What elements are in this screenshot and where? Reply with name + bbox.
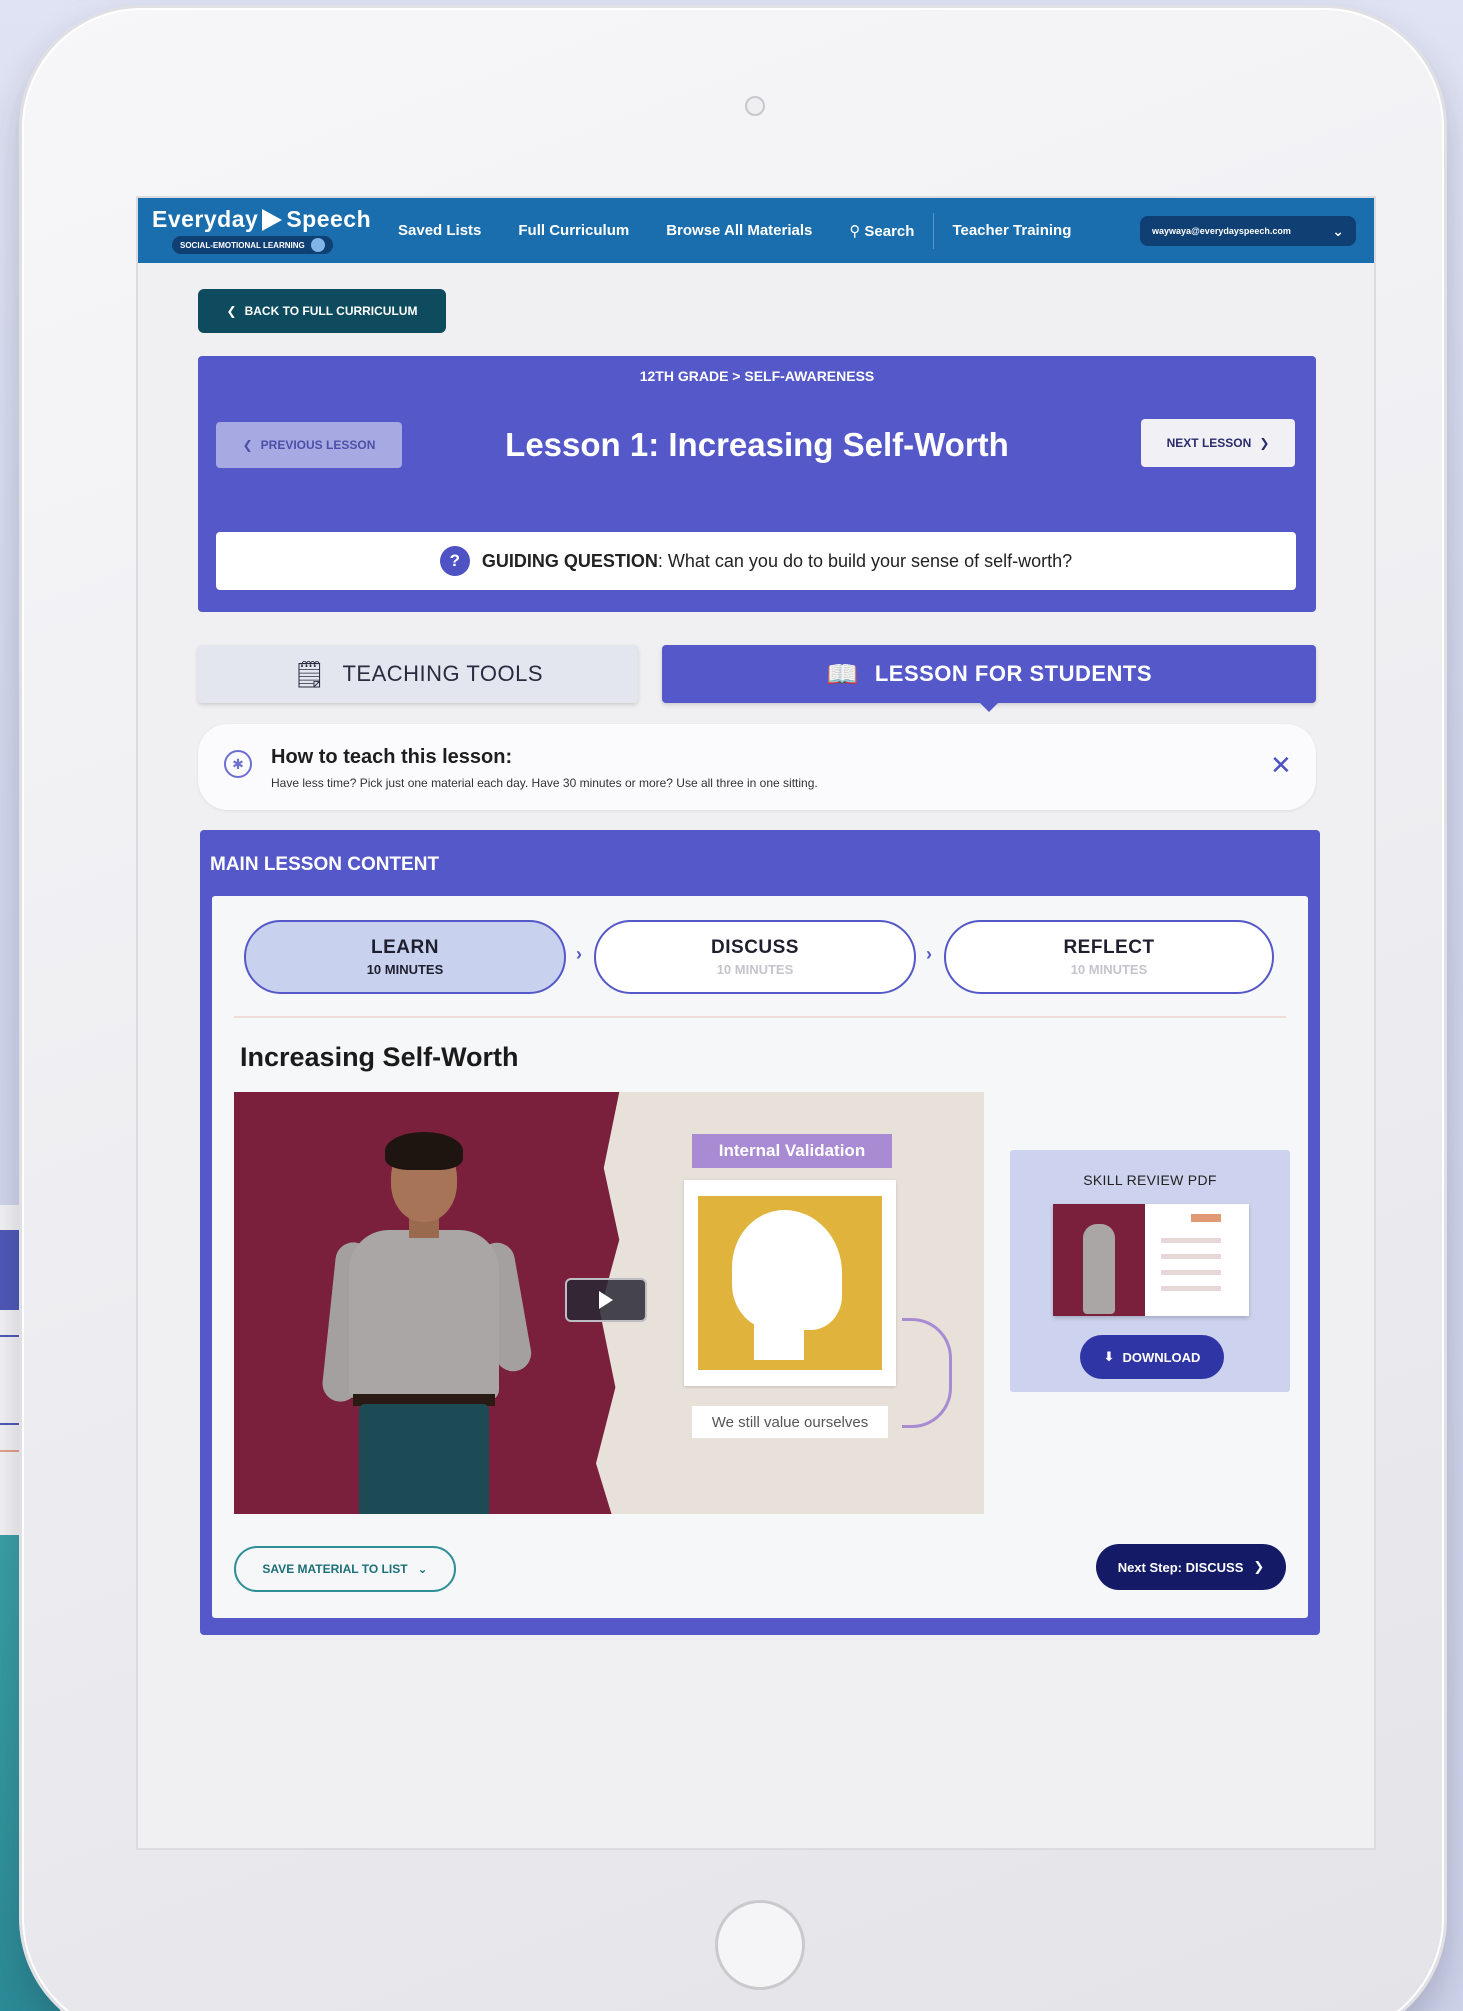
step-time: 10 MINUTES: [716, 962, 794, 977]
previous-lesson-label: PREVIOUS LESSON: [260, 438, 376, 452]
nav-browse-all-materials[interactable]: Browse All Materials: [666, 222, 812, 239]
chevron-down-icon: ⌄: [1332, 222, 1344, 239]
next-lesson-label: NEXT LESSON: [1166, 436, 1252, 450]
save-material-label: SAVE MATERIAL TO LIST: [262, 1562, 408, 1576]
content-title: Increasing Self-Worth: [240, 1042, 519, 1072]
step-discuss[interactable]: DISCUSS 10 MINUTES: [594, 920, 916, 994]
nav-search[interactable]: ⚲ Search: [849, 222, 914, 240]
guiding-question-text: GUIDING QUESTION: What can you do to bui…: [482, 551, 1072, 572]
top-navbar: Everyday Speech SOCIAL-EMOTIONAL LEARNIN…: [138, 198, 1374, 263]
next-lesson-button[interactable]: NEXT LESSON ❯: [1141, 419, 1295, 467]
tablet-device: Everyday Speech SOCIAL-EMOTIONAL LEARNIN…: [22, 8, 1444, 2011]
step-name: DISCUSS: [711, 937, 799, 958]
thumbnail-presenter: [1083, 1224, 1115, 1314]
step-name: REFLECT: [1063, 937, 1155, 958]
lightbulb-icon: ✱: [224, 750, 252, 778]
presenter-figure: [319, 1132, 539, 1514]
head-silhouette-icon: [732, 1210, 842, 1330]
play-icon: [599, 1291, 613, 1309]
download-label: DOWNLOAD: [1122, 1349, 1201, 1365]
steps-divider: [234, 1016, 1286, 1018]
play-button[interactable]: [565, 1278, 647, 1322]
chevron-right-icon: ❯: [1253, 1559, 1265, 1574]
presenter-torso: [349, 1230, 499, 1400]
tab-lesson-for-students[interactable]: 📖 LESSON FOR STUDENTS: [662, 645, 1316, 712]
video-caption: We still value ourselves: [692, 1406, 888, 1438]
next-step-label: Next Step: DISCUSS: [1117, 1559, 1244, 1575]
how-to-teach-banner: ✱ How to teach this lesson: Have less ti…: [198, 724, 1316, 810]
search-icon: ⚲: [849, 222, 861, 240]
step-name: LEARN: [371, 937, 439, 958]
presenter-hair: [385, 1132, 463, 1170]
tab-teaching-tools[interactable]: 🗒 TEACHING TOOLS: [198, 645, 638, 703]
thumbnail-text-line: [1161, 1270, 1221, 1275]
chevron-right-icon: ›: [576, 944, 582, 964]
logo-text-everyday: Everyday: [152, 206, 259, 232]
camera-icon: [745, 96, 765, 116]
breadcrumb: 12TH GRADE > SELF-AWARENESS: [639, 368, 875, 384]
brand-logo[interactable]: Everyday Speech SOCIAL-EMOTIONAL LEARNIN…: [152, 206, 371, 254]
back-to-curriculum-button[interactable]: ❮ BACK TO FULL CURRICULUM: [198, 289, 446, 333]
thumbnail-text-line: [1161, 1254, 1221, 1259]
nav-saved-lists[interactable]: Saved Lists: [398, 222, 481, 239]
thumbnail-text-line: [1161, 1286, 1221, 1291]
lesson-video[interactable]: Internal Validation We still value ourse…: [234, 1092, 984, 1514]
save-material-button[interactable]: SAVE MATERIAL TO LIST ⌄: [234, 1546, 456, 1592]
step-learn[interactable]: LEARN 10 MINUTES: [244, 920, 566, 994]
logo-wordmark: Everyday Speech: [152, 206, 371, 233]
head-silhouette-neck: [754, 1320, 804, 1360]
nav-links: Saved Lists Full Curriculum Browse All M…: [398, 198, 1108, 263]
logo-subtitle-text: SOCIAL-EMOTIONAL LEARNING: [180, 240, 305, 250]
download-icon: ⬇: [1103, 1349, 1115, 1364]
head-silhouette-card: [684, 1180, 896, 1386]
document-icon: 🗒: [292, 658, 327, 689]
next-step-button[interactable]: Next Step: DISCUSS ❯: [1096, 1544, 1286, 1590]
main-lesson-panel: LEARN 10 MINUTES › DISCUSS 10 MINUTES › …: [212, 896, 1308, 1618]
step-reflect[interactable]: REFLECT 10 MINUTES: [944, 920, 1274, 994]
guiding-question-body: : What can you do to build your sense of…: [657, 550, 1073, 571]
logo-text-speech: Speech: [286, 206, 372, 232]
video-label: Internal Validation: [692, 1134, 892, 1168]
nav-teacher-training[interactable]: Teacher Training: [952, 222, 1071, 239]
download-button[interactable]: ⬇ DOWNLOAD: [1080, 1335, 1224, 1379]
tab-lesson-for-students-label: LESSON FOR STUDENTS: [874, 661, 1153, 686]
chevron-left-icon: ❮: [226, 304, 237, 318]
tab-teaching-tools-label: TEACHING TOOLS: [342, 661, 544, 686]
tablet-screen: Everyday Speech SOCIAL-EMOTIONAL LEARNIN…: [138, 198, 1374, 1848]
home-button[interactable]: [715, 1900, 805, 1990]
how-to-text: Have less time? Pick just one material e…: [271, 776, 818, 790]
back-button-label: BACK TO FULL CURRICULUM: [244, 304, 418, 318]
previous-lesson-button[interactable]: ❮ PREVIOUS LESSON: [216, 422, 402, 468]
chevron-right-icon: ›: [926, 944, 932, 964]
step-time: 10 MINUTES: [366, 962, 444, 977]
nav-divider: [933, 212, 935, 249]
close-icon[interactable]: ✕: [1270, 750, 1292, 781]
chevron-right-icon: ❯: [1259, 436, 1270, 450]
presenter-legs: [359, 1404, 489, 1514]
chevron-down-icon: ⌄: [417, 1562, 428, 1576]
play-logo-icon: [262, 208, 283, 231]
book-person-icon: 📖: [825, 658, 859, 689]
thumbnail-text-line: [1161, 1238, 1221, 1243]
main-lesson-title: MAIN LESSON CONTENT: [210, 854, 440, 875]
guiding-question-label: GUIDING QUESTION: [481, 550, 658, 571]
skill-review-title: SKILL REVIEW PDF: [1083, 1172, 1217, 1188]
lesson-header: 12TH GRADE > SELF-AWARENESS ❮ PREVIOUS L…: [198, 356, 1316, 612]
skill-review-thumbnail[interactable]: [1053, 1204, 1249, 1316]
nav-full-curriculum[interactable]: Full Curriculum: [518, 222, 629, 239]
how-to-title: How to teach this lesson:: [271, 746, 513, 768]
main-lesson-content: MAIN LESSON CONTENT LEARN 10 MINUTES › D…: [200, 830, 1320, 1635]
question-bubble-icon: ?: [439, 546, 470, 576]
account-email: waywaya@everydayspeech.com: [1152, 226, 1291, 236]
thumbnail-tag: [1191, 1214, 1221, 1222]
guiding-question: ? GUIDING QUESTION: What can you do to b…: [216, 532, 1296, 590]
skill-review-card: SKILL REVIEW PDF ⬇ DOWNLOAD: [1010, 1150, 1290, 1392]
chevron-left-icon: ❮: [242, 438, 253, 452]
logo-subtitle: SOCIAL-EMOTIONAL LEARNING: [172, 236, 333, 254]
step-time: 10 MINUTES: [1070, 962, 1148, 977]
nav-search-label: Search: [864, 222, 915, 240]
sel-badge-icon: [310, 238, 325, 252]
account-dropdown[interactable]: waywaya@everydayspeech.com ⌄: [1140, 216, 1356, 246]
